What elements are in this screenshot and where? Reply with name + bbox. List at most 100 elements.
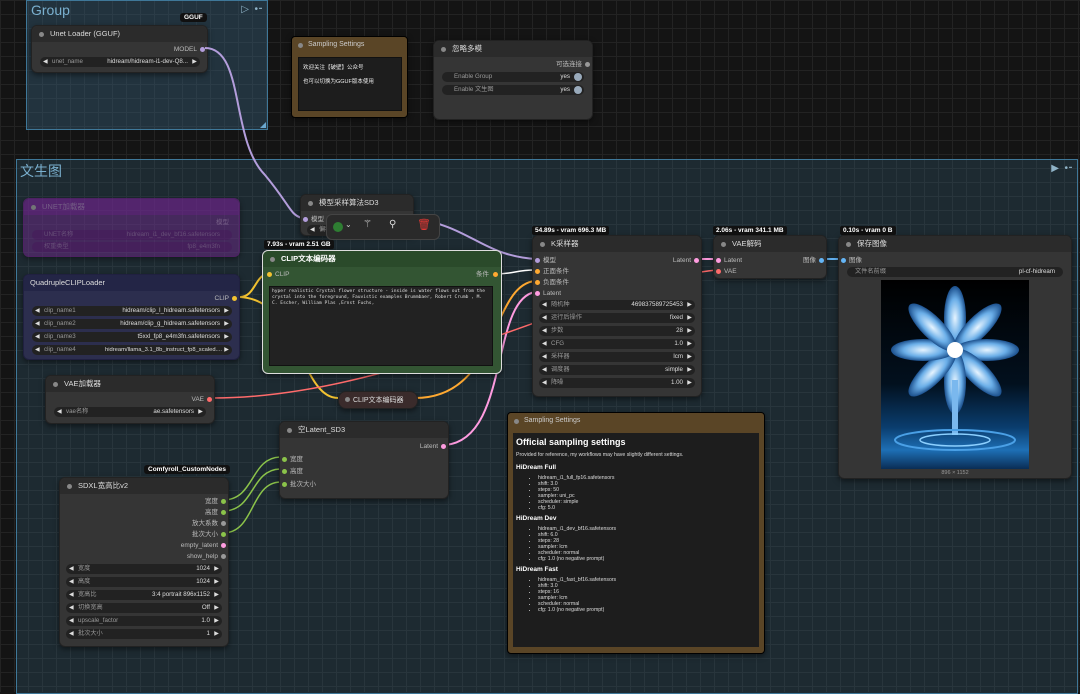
upscale-output-slot[interactable]: [221, 521, 226, 526]
unet-name-widget[interactable]: UNET名称 hidream_i1_dev_bf16.safetensors: [32, 230, 232, 240]
weight-type-widget[interactable]: 权重类型 fp8_e4m3fn: [32, 242, 232, 252]
node-header[interactable]: Sampling Settings: [508, 413, 764, 429]
clip-input[interactable]: CLIP: [275, 269, 289, 280]
denoise-widget[interactable]: ◀ 降噪 1.00 ▶: [539, 378, 695, 388]
note-content[interactable]: Official sampling settings Provided for …: [513, 433, 759, 647]
vae-decode-node[interactable]: VAE解码 Latent VAE 图像: [713, 235, 827, 279]
show-help-output-slot[interactable]: [221, 554, 226, 559]
batch-input-slot[interactable]: [282, 482, 287, 487]
positive-input-slot[interactable]: [535, 269, 540, 274]
cfg-widget[interactable]: ◀ CFG 1.0 ▶: [539, 339, 695, 349]
collapse-dot-icon[interactable]: [540, 242, 545, 247]
clip-input-slot[interactable]: [267, 272, 272, 277]
show-help-output[interactable]: show_help: [187, 551, 218, 562]
model-output[interactable]: 模型: [216, 217, 229, 228]
clip-name3-widget[interactable]: ◀ clip_name3 t5xxl_fp8_e4m3fn.safetensors ▶: [32, 332, 232, 342]
height-output-slot[interactable]: [221, 510, 226, 515]
width-input-slot[interactable]: [282, 457, 287, 462]
latent-input-slot[interactable]: [716, 258, 721, 263]
collapse-dot-icon[interactable]: [846, 242, 851, 247]
collapse-dot-icon[interactable]: [287, 428, 292, 433]
empty-latent-sd3-node[interactable]: 空Latent_SD3 Latent 宽度 高度 批次大小: [279, 421, 449, 499]
width-output[interactable]: 宽度: [205, 496, 218, 507]
clip-text-encode-negative-node[interactable]: CLIP文本编码器: [338, 391, 418, 409]
steps-widget[interactable]: ◀ 步数 28 ▶: [539, 326, 695, 336]
vae-name-widget[interactable]: ◀ vae名称 ae.safetensors ▶: [54, 407, 206, 417]
filename-prefix-widget[interactable]: 文件名前缀 pl-cf-hidream: [847, 267, 1063, 277]
latent-input[interactable]: Latent: [543, 288, 561, 299]
conditioning-output-slot[interactable]: [493, 272, 498, 277]
collapse-dot-icon[interactable]: [67, 484, 72, 489]
clip-output-slot[interactable]: [232, 296, 237, 301]
aspect-ratio-widget[interactable]: ◀ 宽高比 3:4 portrait 896x1152 ▶: [66, 590, 222, 600]
collapse-dot-icon[interactable]: [53, 382, 58, 387]
vae-output[interactable]: VAE: [191, 394, 204, 405]
sdxl-aspect-ratio-node[interactable]: SDXL宽高比v2 宽度 高度 放大系数 批次大小 empty_latent s…: [59, 477, 229, 647]
vae-output-slot[interactable]: [207, 397, 212, 402]
batch-input[interactable]: 批次大小: [290, 479, 316, 490]
node-header[interactable]: SDXL宽高比v2: [60, 478, 228, 494]
clip-name1-widget[interactable]: ◀ clip_name1 hidream/clip_l_hidream.safete…: [32, 306, 232, 316]
node-header[interactable]: K采样器: [533, 236, 701, 252]
batch-size-widget[interactable]: ◀ 批次大小 1 ▶: [66, 629, 222, 639]
latent-output[interactable]: Latent: [420, 441, 438, 452]
vae-input[interactable]: VAE: [724, 266, 737, 277]
model-input-slot[interactable]: [535, 258, 540, 263]
conditioning-output[interactable]: 条件: [476, 269, 489, 280]
scheduler-widget[interactable]: ◀ 调度器 simple ▶: [539, 365, 695, 375]
model-input-slot[interactable]: [303, 217, 308, 222]
seed-widget[interactable]: ◀ 随机种 469837589725453 ▶: [539, 300, 695, 310]
vae-loader-node[interactable]: VAE加载器 VAE ◀ vae名称 ae.safetensors ▶: [45, 375, 215, 424]
collapse-dot-icon[interactable]: [308, 201, 313, 206]
empty-latent-output-slot[interactable]: [221, 543, 226, 548]
control-after-widget[interactable]: ◀ 运行后操作 fixed ▶: [539, 313, 695, 323]
quadruple-clip-loader-node[interactable]: QuadrupleCLIPLoader CLIP ◀ clip_name1 hidr…: [23, 274, 240, 360]
width-input[interactable]: 宽度: [290, 454, 303, 465]
batch-output-slot[interactable]: [221, 532, 226, 537]
collapse-dot-icon[interactable]: [721, 242, 726, 247]
node-header[interactable]: VAE解码: [714, 236, 826, 252]
save-image-node[interactable]: 保存图像 图像 文件名前缀 pl-cf-hidream 896 × 1152: [838, 235, 1072, 479]
chevron-down-icon[interactable]: ⌄: [345, 220, 352, 229]
latent-output-slot[interactable]: [441, 444, 446, 449]
model-input[interactable]: 模型: [543, 255, 556, 266]
unet-loader-muted-node[interactable]: UNET加载器 模型 UNET名称 hidream_i1_dev_bf16.sa…: [23, 198, 240, 257]
upscale-factor-widget[interactable]: ◀ upscale_factor 1.0 ▶: [66, 616, 222, 626]
height-input-slot[interactable]: [282, 469, 287, 474]
upscale-output[interactable]: 放大系数: [192, 518, 218, 529]
latent-output[interactable]: Latent: [673, 255, 691, 266]
clip-name2-widget[interactable]: ◀ clip_name2 hidream/clip_g_hidream.safete…: [32, 319, 232, 329]
image-output-slot[interactable]: [819, 258, 824, 263]
node-header[interactable]: CLIP文本编码器: [263, 251, 501, 267]
magic-wand-icon[interactable]: ⚚: [363, 219, 372, 230]
positive-input[interactable]: 正面条件: [543, 266, 569, 277]
negative-input[interactable]: 负面条件: [543, 277, 569, 288]
clip-text-encode-positive-node[interactable]: CLIP文本编码器 CLIP 条件 hyper realistic Crysta…: [262, 250, 502, 374]
latent-input[interactable]: Latent: [724, 255, 742, 266]
collapse-dot-icon[interactable]: [514, 419, 519, 424]
batch-output[interactable]: 批次大小: [192, 529, 218, 540]
clip-output[interactable]: CLIP: [215, 293, 229, 304]
collapse-dot-icon[interactable]: [270, 257, 275, 262]
collapse-dot-icon[interactable]: [345, 397, 350, 402]
sampler-widget[interactable]: ◀ 采样器 lcm ▶: [539, 352, 695, 362]
height-input[interactable]: 高度: [290, 466, 303, 477]
ksampler-node[interactable]: K采样器 模型 正面条件 负面条件 Latent Latent ◀ 随机种 4698…: [532, 235, 702, 397]
node-header[interactable]: 模型采样算法SD3: [301, 195, 413, 211]
preview-image[interactable]: [881, 280, 1029, 469]
clip-name4-widget[interactable]: ◀ clip_name4 hidream/llama_3.1_8b_instruct…: [32, 345, 232, 355]
node-header[interactable]: 保存图像: [839, 236, 1071, 252]
node-header[interactable]: 空Latent_SD3: [280, 422, 448, 438]
height-widget[interactable]: ◀ 高度 1024 ▶: [66, 577, 222, 587]
node-header[interactable]: QuadrupleCLIPLoader: [24, 275, 239, 291]
node-header[interactable]: UNET加载器: [24, 199, 239, 215]
vae-input-slot[interactable]: [716, 269, 721, 274]
height-output[interactable]: 高度: [205, 507, 218, 518]
latent-output-slot[interactable]: [694, 258, 699, 263]
model-input[interactable]: 模型: [311, 214, 324, 225]
image-input[interactable]: 图像: [849, 255, 862, 266]
swap-dimensions-widget[interactable]: ◀ 切换宽高 Off ▶: [66, 603, 222, 613]
prompt-textarea[interactable]: hyper realistic Crystal flower structure…: [269, 286, 493, 366]
pin-icon[interactable]: ⚲: [389, 219, 396, 230]
image-input-slot[interactable]: [841, 258, 846, 263]
